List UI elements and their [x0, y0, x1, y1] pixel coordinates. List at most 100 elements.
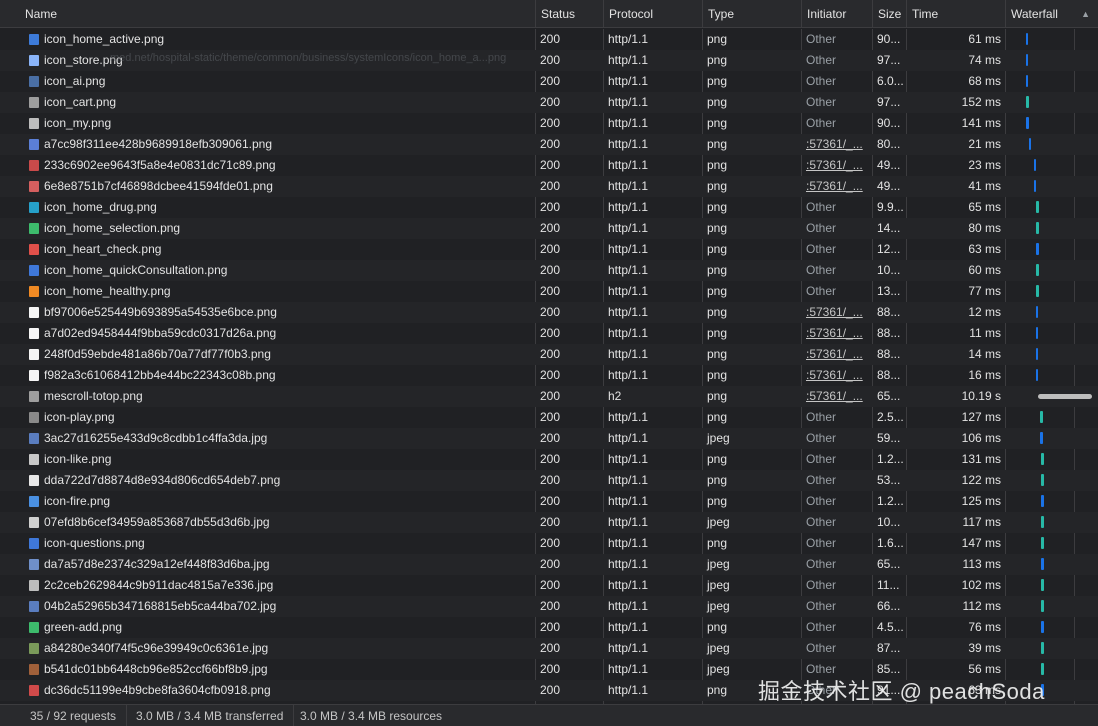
table-row[interactable]: icon_heart_check.png 200 http/1.1 png Other 1… — [0, 239, 1098, 260]
waterfall-bar — [1041, 495, 1044, 507]
request-name: bf97006e525449b693895a54535e6bce.png — [44, 305, 277, 319]
request-protocol: http/1.1 — [608, 200, 649, 214]
request-size: 1.2... — [877, 494, 904, 508]
request-size: 10... — [877, 515, 901, 529]
waterfall-bar — [1041, 558, 1044, 570]
table-row[interactable]: green-add.png 200 http/1.1 png Other 4.5... 76… — [0, 617, 1098, 638]
table-row[interactable]: 6e8e8751b7cf46898dcbee41594fde01.png 200 h… — [0, 176, 1098, 197]
request-size: 12... — [877, 242, 901, 256]
waterfall-bar — [1026, 75, 1028, 87]
request-initiator[interactable]: :57361/_... — [801, 386, 872, 407]
request-status: 200 — [540, 452, 561, 466]
request-initiator: Other — [806, 95, 837, 109]
table-row[interactable]: icon-like.png 200 http/1.1 png Other 1.2... 13… — [0, 449, 1098, 470]
table-row[interactable]: dda722d7d8874d8e934d806cd654deb7.png 200 h… — [0, 470, 1098, 491]
table-row[interactable]: a7d02ed9458444f9bba59cdc0317d26a.png 200 h… — [0, 323, 1098, 344]
table-row[interactable]: 04b2a52965b347168815eb5ca44ba702.jpg 200 h… — [0, 596, 1098, 617]
column-protocol-header[interactable]: Protocol — [603, 0, 702, 28]
column-type-header[interactable]: Type — [702, 0, 801, 28]
table-row[interactable]: 3ac27d16255e433d9c8cdbb1c4ffa3da.jpg 200 h… — [0, 428, 1098, 449]
table-row[interactable]: icon_home_active.png 200 http/1.1 png Other 9… — [0, 29, 1098, 50]
request-status: 200 — [540, 515, 561, 529]
request-initiator[interactable]: :57361/_... — [801, 323, 872, 344]
table-row[interactable]: icon-questions.png 200 http/1.1 png Other 1.6… — [0, 533, 1098, 554]
request-time: 12 ms — [968, 305, 1001, 319]
request-type: jpeg — [707, 641, 730, 655]
table-row[interactable]: da7a57d8e2374c329a12ef448f83d6ba.jpg 200 h… — [0, 554, 1098, 575]
request-name: da7a57d8e2374c329a12ef448f83d6ba.jpg — [44, 557, 270, 571]
request-initiator: Other — [806, 557, 837, 571]
table-row[interactable]: icon_home_healthy.png 200 http/1.1 png Other… — [0, 281, 1098, 302]
request-type: png — [707, 242, 728, 256]
request-initiator: Other — [806, 473, 837, 487]
request-initiator[interactable]: :57361/_... — [801, 302, 872, 323]
table-row[interactable]: f982a3c61068412bb4e44bc22343c08b.png 200 h… — [0, 365, 1098, 386]
request-initiator[interactable]: :57361/_... — [801, 134, 872, 155]
request-initiator: Other — [806, 221, 837, 235]
request-name: icon-questions.png — [44, 536, 145, 550]
column-initiator-header[interactable]: Initiator — [801, 0, 872, 28]
waterfall-bar — [1038, 394, 1092, 399]
request-initiator: Other — [806, 74, 837, 88]
column-status-label: Status — [541, 7, 576, 21]
request-time: 60 ms — [968, 263, 1001, 277]
request-initiator: Other — [806, 284, 837, 298]
table-row[interactable]: icon_home_selection.png 200 http/1.1 png Oth… — [0, 218, 1098, 239]
request-status: 200 — [540, 95, 561, 109]
request-initiator[interactable]: :57361/_... — [801, 365, 872, 386]
table-row[interactable]: a7cc98f311ee428b9689918efb309061.png 200 h… — [0, 134, 1098, 155]
request-size: 14... — [877, 221, 901, 235]
request-name: icon-fire.png — [44, 494, 111, 508]
request-time: 80 ms — [968, 221, 1001, 235]
request-protocol: http/1.1 — [608, 74, 649, 88]
waterfall-bar — [1034, 159, 1036, 171]
table-row[interactable]: 07efd8b6cef34959a853687db55d3d6b.jpg 200 h… — [0, 512, 1098, 533]
column-time-label: Time — [912, 7, 939, 21]
request-name: green-add.png — [44, 620, 123, 634]
column-time-header[interactable]: Time — [906, 0, 1005, 28]
request-type: png — [707, 221, 728, 235]
request-protocol: http/1.1 — [608, 599, 649, 613]
request-initiator[interactable]: :57361/_... — [801, 155, 872, 176]
table-row[interactable]: a84280e340f74f5c96e39949c0c6361e.jpg 200 h… — [0, 638, 1098, 659]
request-size: 88... — [877, 326, 901, 340]
column-type-label: Type — [708, 7, 735, 21]
request-time: 117 ms — [962, 515, 1001, 529]
column-waterfall-header[interactable]: Waterfall ▲ — [1005, 0, 1098, 28]
request-size: 97... — [877, 53, 901, 67]
request-time: 68 ms — [968, 74, 1001, 88]
table-row[interactable]: icon_my.png 200 http/1.1 png Other 90... 141 m… — [0, 113, 1098, 134]
table-row[interactable]: icon-play.png 200 http/1.1 png Other 2.5... 12… — [0, 407, 1098, 428]
column-size-label: Size — [878, 7, 902, 21]
request-status: 200 — [540, 683, 561, 697]
column-size-header[interactable]: Size — [872, 0, 906, 28]
table-row[interactable]: icon-fire.png 200 http/1.1 png Other 1.2... 12… — [0, 491, 1098, 512]
table-row[interactable]: mescroll-totop.png 200 h2 png:57361/_... 65.… — [0, 386, 1098, 407]
table-row[interactable]: icon_home_drug.png 200 http/1.1 png Other 9.9… — [0, 197, 1098, 218]
request-time: 77 ms — [968, 284, 1001, 298]
table-row[interactable]: 2c2ceb2629844c9b911dac4815a7e336.jpg 200 h… — [0, 575, 1098, 596]
request-initiator: Other — [806, 620, 837, 634]
request-time: 76 ms — [968, 620, 1001, 634]
request-status: 200 — [540, 557, 561, 571]
request-initiator[interactable]: :57361/_... — [801, 176, 872, 197]
table-row[interactable]: 233c6902ee9643f5a8e4e0831dc71c89.png 200 h… — [0, 155, 1098, 176]
request-status: 200 — [540, 431, 561, 445]
table-row[interactable]: icon_ai.png 200 http/1.1 png Other 6.0... 68 m… — [0, 71, 1098, 92]
table-row[interactable]: icon_cart.png 200 http/1.1 png Other 97... 152… — [0, 92, 1098, 113]
table-row[interactable]: icon_home_quickConsultation.png 200 http/1… — [0, 260, 1098, 281]
request-protocol: http/1.1 — [608, 95, 649, 109]
table-row[interactable]: 248f0d59ebde481a86b70a77df77f0b3.png 200 h… — [0, 344, 1098, 365]
request-size: 10... — [877, 263, 901, 277]
table-row[interactable]: bf97006e525449b693895a54535e6bce.png 200 h… — [0, 302, 1098, 323]
column-status-header[interactable]: Status — [535, 0, 603, 28]
request-name: f982a3c61068412bb4e44bc22343c08b.png — [44, 368, 276, 382]
column-name-header[interactable]: Name — [20, 0, 535, 28]
request-status: 200 — [540, 137, 561, 151]
request-name: icon_home_quickConsultation.png — [44, 263, 228, 277]
request-initiator[interactable]: :57361/_... — [801, 344, 872, 365]
request-initiator: Other — [806, 431, 837, 445]
request-time: 112 ms — [962, 599, 1001, 613]
request-size: 65... — [877, 557, 901, 571]
request-size: 59... — [877, 431, 901, 445]
